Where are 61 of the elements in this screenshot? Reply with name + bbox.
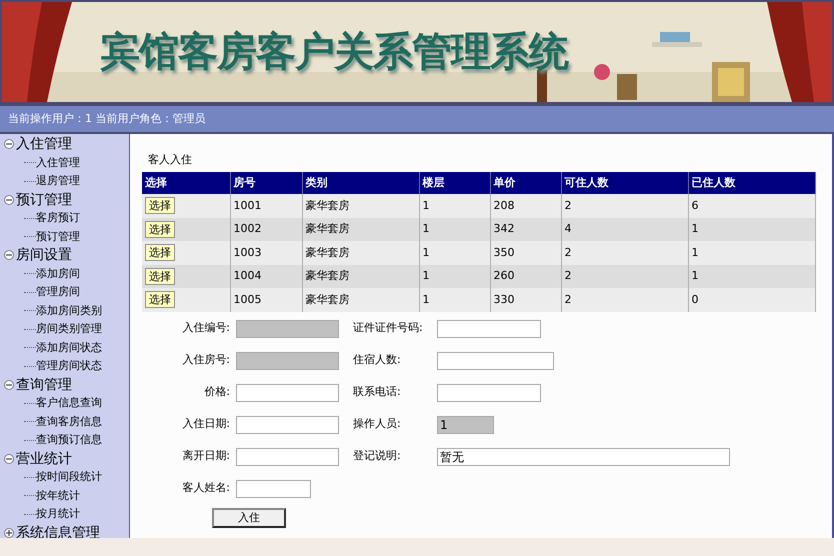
table-cell: 1 xyxy=(419,288,490,312)
input-field[interactable] xyxy=(437,352,554,370)
field-label: 入住房号: xyxy=(181,352,230,368)
select-button[interactable]: 选择 xyxy=(145,220,175,238)
tree-item[interactable]: 按时间段统计 xyxy=(36,469,102,486)
field-label: 操作人员: xyxy=(353,416,402,432)
tree-group-label[interactable]: 房间设置 xyxy=(16,248,72,262)
tree-item[interactable]: 客户信息查询 xyxy=(36,395,102,412)
tree-item[interactable]: 退房管理 xyxy=(36,173,80,190)
field-label: 入住日期: xyxy=(181,416,230,432)
tree-item[interactable]: 添加房间 xyxy=(36,266,80,282)
collapse-icon[interactable] xyxy=(4,380,14,390)
tree-item[interactable]: 查询预订信息 xyxy=(36,432,102,448)
tree-group-label[interactable]: 营业统计 xyxy=(16,452,72,466)
tree-item[interactable]: 房间类别管理 xyxy=(36,321,102,338)
field-label: 证件证件号码: xyxy=(353,320,424,336)
input-field[interactable] xyxy=(236,480,311,498)
collapse-icon[interactable] xyxy=(4,250,14,260)
select-button[interactable]: 选择 xyxy=(145,244,175,261)
tree-item[interactable]: 客房预订 xyxy=(36,210,80,226)
expand-icon[interactable] xyxy=(4,528,14,538)
collapse-icon[interactable] xyxy=(4,139,14,150)
input-field[interactable] xyxy=(437,320,541,338)
tree-group-label[interactable]: 入住管理 xyxy=(16,137,72,152)
table-cell: 2 xyxy=(561,288,688,312)
select-button[interactable]: 选择 xyxy=(145,268,175,284)
tree-item[interactable]: 预订管理 xyxy=(36,228,80,245)
system-title: 宾馆客房客户关系管理系统 xyxy=(100,28,568,77)
field-label: 住宿人数: xyxy=(353,352,402,368)
tree-item[interactable]: 按年统计 xyxy=(36,488,80,504)
field-label: 客人姓名: xyxy=(181,480,230,496)
field-label: 价格: xyxy=(203,384,230,400)
tree-item[interactable]: 管理房间 xyxy=(36,284,80,300)
table-cell: 0 xyxy=(688,288,816,312)
table-cell: 330 xyxy=(490,288,561,312)
input-field[interactable] xyxy=(236,448,339,466)
collapse-icon[interactable] xyxy=(4,194,14,205)
input-field[interactable] xyxy=(236,416,339,434)
collapse-icon[interactable] xyxy=(4,454,14,464)
tree-group-label[interactable]: 预订管理 xyxy=(16,192,72,207)
field-label: 联系电话: xyxy=(353,384,402,400)
select-button[interactable]: 选择 xyxy=(145,291,175,308)
input-field[interactable] xyxy=(437,384,541,402)
tree-item[interactable]: 添加房间状态 xyxy=(36,340,102,356)
field-label: 离开日期: xyxy=(181,448,230,464)
input-field[interactable]: 暂无 xyxy=(437,448,730,466)
field-label: 登记说明: xyxy=(353,448,402,464)
tree-item[interactable]: 查询客房信息 xyxy=(36,414,102,430)
tree-group-label[interactable]: 查询管理 xyxy=(16,378,72,392)
check-in-button[interactable]: 入住 xyxy=(212,508,286,528)
page-title: 客人入住 xyxy=(147,152,193,168)
tree-item[interactable]: 按月统计 xyxy=(36,506,80,522)
field-label: 入住编号: xyxy=(181,320,230,336)
table-cell: 豪华套房 xyxy=(302,288,419,312)
user-bar: 当前操作用户：1 当前用户角色：管理员 xyxy=(0,104,834,134)
tree-item[interactable]: 入住管理 xyxy=(36,154,80,171)
tree-item[interactable]: 添加房间类别 xyxy=(36,302,102,319)
input-field[interactable] xyxy=(236,384,339,402)
table-cell: 1005 xyxy=(230,288,302,312)
select-button[interactable]: 选择 xyxy=(145,197,175,214)
tree-item[interactable]: 管理房间状态 xyxy=(36,358,102,374)
